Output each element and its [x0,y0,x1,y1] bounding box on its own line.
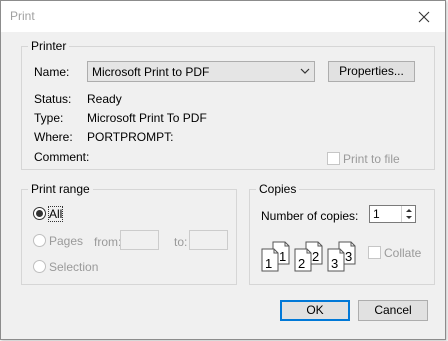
from-field[interactable] [120,230,159,250]
pages-label: Pages [49,234,84,248]
page-number: 3 [331,256,338,271]
printer-legend: Printer [28,39,70,53]
selection-radio[interactable] [33,260,46,273]
page-number: 1 [279,249,286,264]
chevron-down-icon [300,68,310,74]
close-icon [418,11,430,23]
ok-button[interactable]: OK [280,300,350,321]
page-number: 3 [345,249,352,264]
stepper-arrows[interactable] [401,206,415,222]
type-value: Microsoft Print To PDF [87,111,207,125]
status-label: Status: [34,92,72,106]
collate-label: Collate [384,246,422,260]
print-range-legend: Print range [28,182,93,196]
printer-name-value: Microsoft Print to PDF [92,65,210,79]
page-number: 2 [312,249,319,264]
copies-legend: Copies [256,182,300,196]
pages-radio[interactable] [33,234,46,247]
close-button[interactable] [411,5,437,29]
name-label: Name: [34,65,70,79]
print-dialog: Print Printer Name: Microsoft Print to P… [0,0,446,340]
spin-arrows-icon [406,209,412,219]
cancel-button[interactable]: Cancel [358,300,428,321]
properties-button[interactable]: Properties... [328,61,415,82]
collate-checkbox[interactable] [368,246,381,259]
collate-pages-icon: 1 1 2 2 3 3 [261,241,356,272]
to-field[interactable] [189,230,228,250]
where-label: Where: [34,130,73,144]
all-label: All [47,206,64,222]
selection-label: Selection [49,260,99,274]
page-number: 2 [298,256,305,271]
copies-value: 1 [373,207,380,221]
copies-stepper[interactable]: 1 [369,205,416,223]
printer-name-select[interactable]: Microsoft Print to PDF [87,61,315,82]
from-label: from: [94,235,122,249]
all-radio[interactable] [33,207,46,220]
title-bar: Print [1,1,445,32]
print-to-file-checkbox[interactable] [327,152,340,165]
comment-label: Comment: [34,150,90,164]
status-value: Ready [87,92,122,106]
type-label: Type: [34,111,64,125]
window-title: Print [10,9,35,23]
print-to-file-label: Print to file [343,152,400,166]
number-of-copies-label: Number of copies: [261,209,359,223]
page-number: 1 [265,256,272,271]
where-value: PORTPROMPT: [87,130,174,144]
to-label: to: [174,235,188,249]
